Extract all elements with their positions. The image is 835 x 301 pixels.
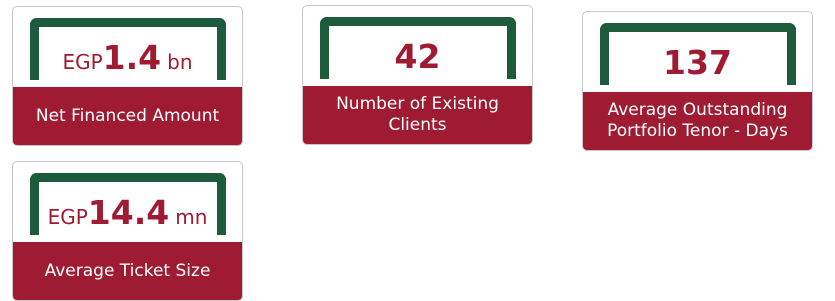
kpi-value: 137 — [583, 46, 812, 79]
currency-prefix: EGP — [62, 50, 103, 74]
kpi-label: Number of Existing Clients — [303, 86, 532, 144]
kpi-number: 14.4 — [87, 193, 170, 232]
kpi-label: Net Financed Amount — [13, 87, 242, 145]
kpi-number: 1.4 — [102, 38, 162, 77]
kpi-number: 137 — [663, 43, 732, 82]
kpi-card-net-financed-amount: EGP1.4 bn Net Financed Amount — [12, 6, 243, 146]
kpi-value: EGP1.4 bn — [13, 41, 242, 74]
kpi-number: 42 — [394, 37, 441, 76]
unit-suffix: mn — [175, 205, 208, 229]
kpi-label: Average Outstanding Portfolio Tenor - Da… — [583, 92, 812, 150]
kpi-value: EGP14.4 mn — [13, 196, 242, 229]
kpi-value: 42 — [303, 40, 532, 73]
kpi-card-average-ticket-size: EGP14.4 mn Average Ticket Size — [12, 161, 243, 301]
unit-suffix: bn — [167, 50, 193, 74]
currency-prefix: EGP — [47, 205, 88, 229]
kpi-card-average-portfolio-tenor: 137 Average Outstanding Portfolio Tenor … — [582, 11, 813, 151]
kpi-label: Average Ticket Size — [13, 242, 242, 300]
kpi-card-number-of-existing-clients: 42 Number of Existing Clients — [302, 5, 533, 145]
